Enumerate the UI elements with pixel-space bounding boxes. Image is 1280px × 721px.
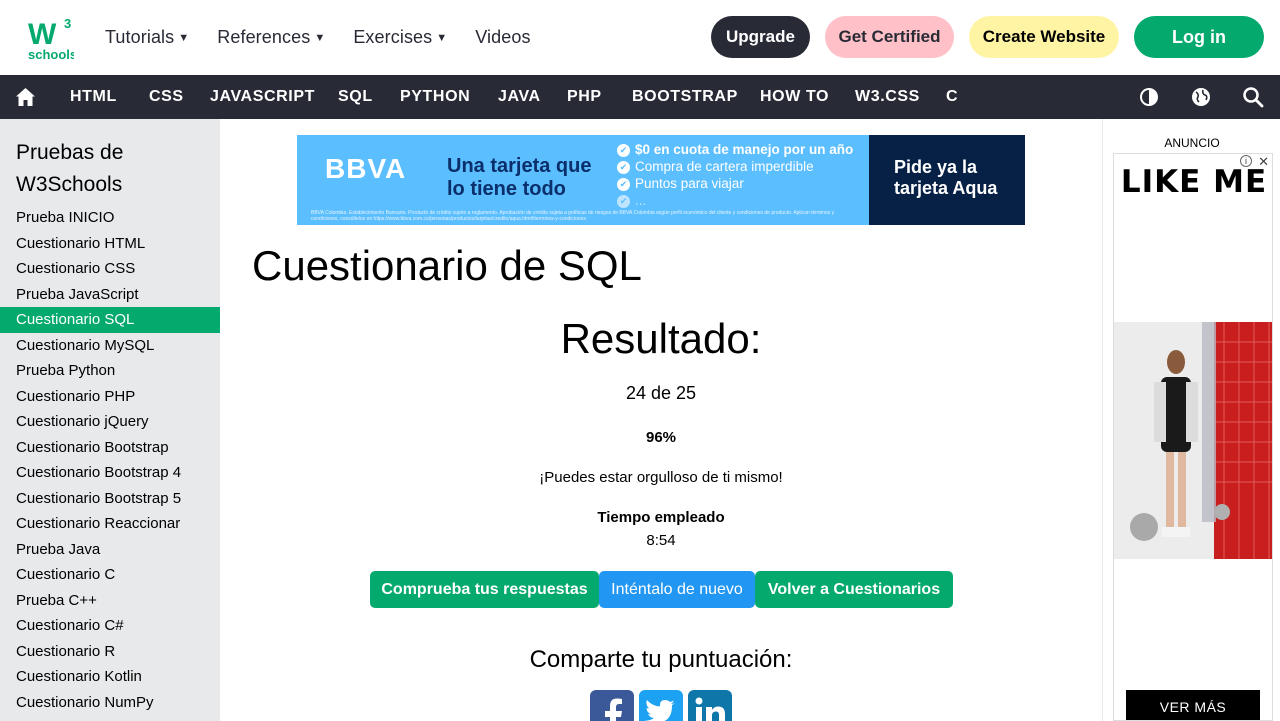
globe-icon[interactable] (1190, 86, 1212, 108)
sidebar-item[interactable]: Cuestionario PHP (0, 384, 220, 410)
sidebar-item[interactable]: Prueba JavaScript (0, 282, 220, 308)
score-percent: 96% (645, 429, 677, 446)
sidebar-item[interactable]: Prueba Java (0, 537, 220, 563)
nav-tutorials-label: Tutorials (105, 27, 175, 47)
topic-sql[interactable]: SQL (338, 75, 373, 119)
w3schools-logo[interactable]: W 3 schools (28, 14, 77, 62)
sidebar-item[interactable]: Cuestionario NumPy (0, 690, 220, 716)
get-certified-button[interactable]: Get Certified (825, 16, 954, 58)
caret-down-icon: ▼ (178, 31, 190, 44)
sidebar-item[interactable]: Prueba C++ (0, 588, 220, 614)
back-to-quizzes-button[interactable]: Volver a Cuestionarios (755, 571, 953, 608)
topic-php[interactable]: PHP (567, 75, 602, 119)
ad-bullets: $0 en cuota de manejo por un año Compra … (617, 141, 853, 209)
ad-brand-logo: BBVA (325, 153, 407, 184)
sidebar-item[interactable]: Cuestionario R (0, 639, 220, 665)
facebook-icon[interactable] (590, 690, 634, 721)
svg-text:3: 3 (64, 16, 71, 31)
topic-html[interactable]: HTML (70, 75, 117, 119)
top-header: W 3 schools Tutorials ▼ References ▼ Exerc… (0, 0, 1280, 75)
nav-references-label: References (217, 27, 311, 47)
vertical-ad[interactable]: i ✕ LIKE ME VER MÁS (1113, 153, 1273, 721)
score-text: 24 de 25 (625, 383, 697, 403)
ad-bullet: ... (617, 192, 853, 209)
create-website-button[interactable]: Create Website (969, 16, 1119, 58)
nav-videos[interactable]: Videos (475, 27, 530, 48)
page-title: Cuestionario de SQL (252, 242, 642, 289)
ad-cta[interactable]: Pide ya la tarjeta Aqua (869, 135, 1025, 225)
linkedin-icon[interactable] (688, 690, 732, 721)
ad-banner[interactable]: BBVA Una tarjeta que lo tiene todo $0 en… (297, 135, 1025, 225)
ad-headline: LIKE ME (1120, 164, 1268, 200)
sidebar-item[interactable]: Cuestionario Bootstrap 4 (0, 460, 220, 486)
try-again-button[interactable]: Inténtalo de nuevo (599, 571, 755, 608)
sidebar-item[interactable]: Prueba Python (0, 358, 220, 384)
topic-bootstrap[interactable]: BOOTSTRAP (632, 75, 738, 119)
login-button[interactable]: Log in (1134, 16, 1264, 58)
nav-exercises-label: Exercises (353, 27, 433, 47)
sidebar-list: Prueba INICIO Cuestionario HTML Cuestionar… (0, 205, 220, 721)
sidebar-item[interactable]: Cuestionario Reaccionar (0, 511, 220, 537)
sidebar-item[interactable]: Cuestionario CSS (0, 256, 220, 282)
topic-c[interactable]: C (946, 75, 958, 119)
sidebar-item[interactable]: Cuestionario Bootstrap (0, 435, 220, 461)
contrast-icon[interactable] (1138, 86, 1160, 108)
nav-references[interactable]: References ▼ (217, 27, 325, 48)
sidebar: Pruebas de W3Schools Prueba INICIO Cuesti… (0, 119, 220, 721)
twitter-icon[interactable] (639, 690, 683, 721)
time-label: Tiempo empleado (597, 509, 725, 526)
sidebar-item[interactable]: Cuestionario C (0, 562, 220, 588)
ad-fine-print: BBVA Colombia. Establecimiento Bancario.… (311, 210, 835, 222)
upgrade-button[interactable]: Upgrade (711, 16, 810, 58)
nav-tutorials[interactable]: Tutorials ▼ (105, 27, 189, 48)
ad-bullet: Puntos para viajar (617, 175, 853, 192)
sidebar-title: Pruebas de W3Schools (16, 141, 124, 196)
sidebar-item[interactable]: Cuestionario jQuery (0, 409, 220, 435)
ad-photo (1114, 322, 1272, 559)
ad-bullet: Compra de cartera imperdible (617, 158, 853, 175)
caret-down-icon: ▼ (436, 31, 448, 44)
sidebar-item[interactable]: Cuestionario C# (0, 613, 220, 639)
topic-css[interactable]: CSS (149, 75, 184, 119)
sidebar-item[interactable]: Cuestionario Bootstrap 5 (0, 486, 220, 512)
top-nav: Tutorials ▼ References ▼ Exercises ▼ Videos (105, 0, 559, 75)
sidebar-item[interactable]: Cuestionario HTML (0, 231, 220, 257)
check-answers-button[interactable]: Comprueba tus respuestas (370, 571, 599, 608)
ad-tagline: Una tarjeta que lo tiene todo (447, 155, 592, 200)
topic-w3css[interactable]: W3.CSS (855, 75, 920, 119)
result-message: ¡Puedes estar orgulloso de ti mismo! (539, 469, 783, 486)
share-heading: Comparte tu puntuación: (529, 646, 793, 673)
topic-how-to[interactable]: HOW TO (760, 75, 829, 119)
ad-bullet: $0 en cuota de manejo por un año (617, 141, 853, 158)
nav-exercises[interactable]: Exercises ▼ (353, 27, 447, 48)
topics-nav: HTML CSS JAVASCRIPT SQL PYTHON JAVA PHP … (0, 75, 1280, 119)
sidebar-item[interactable]: Cuestionario Kotlin (0, 664, 220, 690)
ad-label: ANUNCIO (1164, 136, 1220, 150)
sidebar-item[interactable]: Cuestionario SciPy (0, 715, 220, 721)
sidebar-item[interactable]: Prueba INICIO (0, 205, 220, 231)
topic-javascript[interactable]: JAVASCRIPT (210, 75, 315, 119)
sidebar-item[interactable]: Cuestionario MySQL (0, 333, 220, 359)
right-ad-column: ANUNCIO i ✕ LIKE ME VER MÁS (1102, 119, 1280, 721)
topic-java[interactable]: JAVA (498, 75, 541, 119)
home-icon[interactable] (15, 87, 36, 107)
nav-videos-label: Videos (475, 27, 531, 47)
ad-see-more-button[interactable]: VER MÁS (1126, 690, 1260, 720)
search-icon[interactable] (1242, 86, 1264, 108)
result-heading: Resultado: (560, 315, 762, 362)
caret-down-icon: ▼ (314, 31, 326, 44)
topic-python[interactable]: PYTHON (400, 75, 470, 119)
time-value: 8:54 (646, 532, 676, 549)
svg-text:schools: schools (28, 47, 74, 62)
sidebar-item[interactable]: Cuestionario SQL (0, 307, 220, 333)
